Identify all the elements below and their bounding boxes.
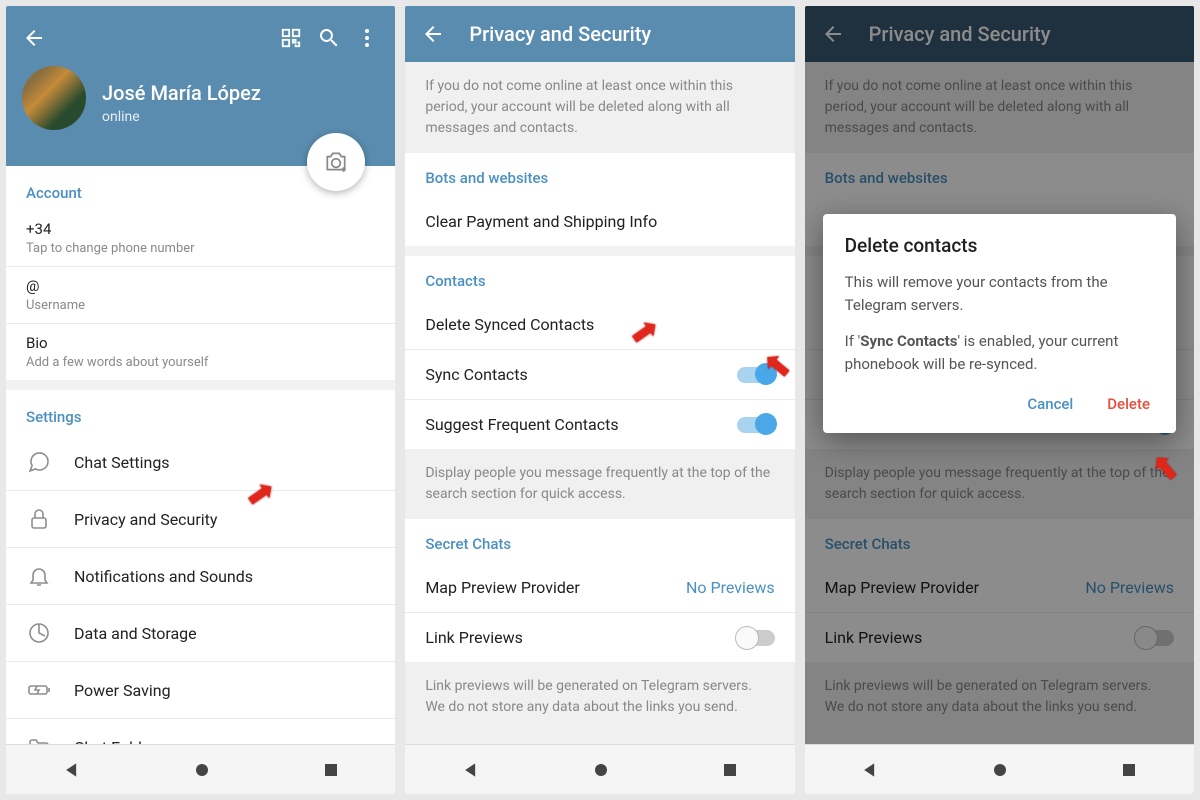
username-hint: Username [26, 298, 375, 313]
nav-home-icon[interactable] [991, 761, 1009, 779]
android-navbar [6, 744, 395, 794]
settings-label: Privacy and Security [74, 510, 217, 529]
settings-notifications[interactable]: Notifications and Sounds [6, 548, 395, 605]
screen-dialog: Privacy and Security If you do not come … [805, 6, 1194, 794]
nav-recent-icon[interactable] [721, 761, 739, 779]
lock-icon [26, 506, 52, 532]
nav-back-icon[interactable] [62, 760, 82, 780]
screen-privacy: Privacy and Security If you do not come … [405, 6, 794, 794]
bots-header: Bots and websites [405, 153, 794, 197]
nav-home-icon[interactable] [592, 761, 610, 779]
settings-label: Chat Settings [74, 453, 170, 472]
link-previews-row[interactable]: Link Previews [405, 613, 794, 662]
settings-label: Data and Storage [74, 624, 197, 643]
back-icon[interactable] [20, 24, 48, 52]
settings-label: Notifications and Sounds [74, 567, 253, 586]
battery-icon [26, 677, 52, 703]
qr-icon[interactable] [277, 24, 305, 52]
phone-hint: Tap to change phone number [26, 241, 375, 256]
username-row[interactable]: @ Username [6, 267, 395, 324]
nav-recent-icon[interactable] [1120, 761, 1138, 779]
profile-header: José María López online [6, 6, 395, 166]
suggest-frequent-row[interactable]: Suggest Frequent Contacts [405, 400, 794, 449]
settings-data[interactable]: Data and Storage [6, 605, 395, 662]
divider [6, 380, 395, 390]
settings-power[interactable]: Power Saving [6, 662, 395, 719]
suggest-info: Display people you message frequently at… [405, 449, 794, 519]
chat-icon [26, 449, 52, 475]
phone-value: +34 [26, 220, 375, 238]
bio-row[interactable]: Bio Add a few words about yourself [6, 324, 395, 380]
settings-privacy[interactable]: Privacy and Security [6, 491, 395, 548]
page-title: Privacy and Security [469, 22, 651, 46]
dialog-body: This will remove your contacts from the … [845, 271, 1154, 375]
cancel-button[interactable]: Cancel [1023, 389, 1077, 419]
dialog-title: Delete contacts [845, 234, 1154, 257]
bell-icon [26, 563, 52, 589]
sync-contacts-toggle[interactable] [737, 367, 775, 383]
camera-button[interactable] [307, 133, 365, 191]
delete-button[interactable]: Delete [1103, 389, 1154, 419]
nav-recent-icon[interactable] [322, 761, 340, 779]
android-navbar [805, 744, 1194, 794]
nav-back-icon[interactable] [860, 760, 880, 780]
privacy-header: Privacy and Security [405, 6, 794, 62]
more-icon[interactable] [353, 24, 381, 52]
link-previews-toggle[interactable] [737, 630, 775, 646]
nav-back-icon[interactable] [461, 760, 481, 780]
android-navbar [405, 744, 794, 794]
phone-row[interactable]: +34 Tap to change phone number [6, 210, 395, 267]
back-icon[interactable] [419, 20, 447, 48]
search-icon[interactable] [315, 24, 343, 52]
contacts-header: Contacts [405, 256, 794, 300]
nav-home-icon[interactable] [193, 761, 211, 779]
settings-header: Settings [6, 390, 395, 434]
account-delete-info: If you do not come online at least once … [405, 62, 794, 153]
secret-chats-header: Secret Chats [405, 519, 794, 563]
screen-profile: José María López online Account +34 Tap … [6, 6, 395, 794]
map-preview-row[interactable]: Map Preview Provider No Previews [405, 563, 794, 613]
divider [405, 246, 794, 256]
settings-chat[interactable]: Chat Settings [6, 434, 395, 491]
map-preview-value: No Previews [686, 578, 775, 597]
delete-synced-row[interactable]: Delete Synced Contacts [405, 300, 794, 350]
settings-label: Power Saving [74, 681, 171, 700]
suggest-frequent-toggle[interactable] [737, 417, 775, 433]
sync-contacts-row[interactable]: Sync Contacts [405, 350, 794, 400]
delete-contacts-dialog: Delete contacts This will remove your co… [823, 214, 1176, 433]
username-value: @ [26, 277, 375, 295]
clear-payment-row[interactable]: Clear Payment and Shipping Info [405, 197, 794, 246]
data-icon [26, 620, 52, 646]
avatar[interactable] [22, 66, 86, 130]
user-name: José María López [102, 81, 261, 105]
bio-hint: Add a few words about yourself [26, 355, 375, 370]
user-status: online [102, 109, 140, 125]
bio-value: Bio [26, 334, 375, 352]
